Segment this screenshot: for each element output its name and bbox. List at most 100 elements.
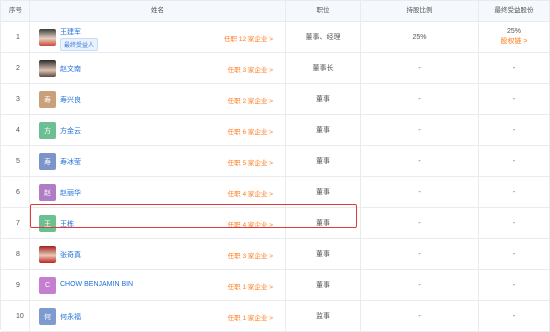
- person-name-link[interactable]: 方金云: [60, 126, 81, 136]
- person-name-link[interactable]: 寿兴良: [60, 95, 81, 105]
- ultimate: -: [479, 84, 550, 114]
- roles-link[interactable]: 任职 2 家企业 >: [228, 95, 273, 105]
- ultimate: -: [479, 270, 550, 300]
- person-name-link[interactable]: 王建军: [60, 27, 81, 37]
- ultimate: -: [479, 115, 550, 145]
- name-cell: 方 方金云 任职 6 家企业 >: [30, 115, 286, 145]
- row-no: 5: [1, 146, 30, 176]
- row-no: 4: [1, 115, 30, 145]
- col-no-header: 序号: [1, 1, 30, 21]
- avatar[interactable]: 赵: [39, 184, 56, 201]
- table-row: 7 王 王栋 任职 4 家企业 > 董事 - -: [1, 208, 550, 239]
- roles-link[interactable]: 任职 4 家企业 >: [228, 219, 273, 229]
- name-cell: 赵文南 任职 3 家企业 >: [30, 53, 286, 83]
- avatar[interactable]: 寿: [39, 91, 56, 108]
- ultimate-value: 25%: [506, 28, 521, 35]
- table-row: 9 C CHOW BENJAMIN BIN 任职 1 家企业 > 董事 - -: [1, 270, 550, 301]
- person-name-link[interactable]: CHOW BENJAMIN BIN: [60, 281, 133, 288]
- position: 董事: [286, 270, 361, 300]
- avatar[interactable]: [39, 246, 56, 263]
- avatar[interactable]: 寿: [39, 153, 56, 170]
- pct: -: [361, 84, 479, 114]
- ultimate: -: [479, 53, 550, 83]
- table-row: 1 王建军 最终受益人 任职 12 家企业 > 董事、经理 25% 25% 股权…: [1, 22, 550, 53]
- ultimate: 25% 股权链 >: [479, 22, 550, 52]
- roles-link[interactable]: 任职 3 家企业 >: [228, 250, 273, 260]
- pct: -: [361, 177, 479, 207]
- table-header: 序号 姓名 职位 持股比例 最终受益股份: [1, 0, 550, 22]
- row-no: 3: [1, 84, 30, 114]
- table-row: 2 赵文南 任职 3 家企业 > 董事长 - -: [1, 53, 550, 84]
- position: 董事: [286, 115, 361, 145]
- person-name-link[interactable]: 王栋: [60, 219, 74, 229]
- name-cell: 王建军 最终受益人 任职 12 家企业 >: [30, 22, 286, 52]
- row-no: 1: [1, 22, 30, 52]
- name-cell: 张奇真 任职 3 家企业 >: [30, 239, 286, 269]
- pct: -: [361, 301, 479, 331]
- position: 董事: [286, 239, 361, 269]
- name-cell: C CHOW BENJAMIN BIN 任职 1 家企业 >: [30, 270, 286, 300]
- avatar[interactable]: [39, 29, 56, 46]
- avatar[interactable]: 王: [39, 215, 56, 232]
- pct: -: [361, 115, 479, 145]
- avatar[interactable]: 何: [39, 308, 56, 325]
- col-position-header: 职位: [286, 1, 361, 21]
- roles-link[interactable]: 任职 4 家企业 >: [228, 188, 273, 198]
- row-no: 8: [1, 239, 30, 269]
- table-row: 8 张奇真 任职 3 家企业 > 董事 - -: [1, 239, 550, 270]
- avatar[interactable]: 方: [39, 122, 56, 139]
- col-pct-header: 持股比例: [361, 1, 479, 21]
- pct: -: [361, 53, 479, 83]
- person-name-link[interactable]: 赵丽华: [60, 188, 81, 198]
- roles-link[interactable]: 任职 3 家企业 >: [228, 64, 273, 74]
- position: 董事: [286, 177, 361, 207]
- roles-link[interactable]: 任职 1 家企业 >: [228, 312, 273, 322]
- row-no: 7: [1, 208, 30, 238]
- avatar[interactable]: C: [39, 277, 56, 294]
- roles-link[interactable]: 任职 6 家企业 >: [228, 126, 273, 136]
- table-row: 10 何 何永福 任职 1 家企业 > 监事 - -: [1, 301, 550, 332]
- table-row: 5 寿 寿冰莹 任职 5 家企业 > 董事 - -: [1, 146, 550, 177]
- table-row: 6 赵 赵丽华 任职 4 家企业 > 董事 - -: [1, 177, 550, 208]
- roles-link[interactable]: 任职 5 家企业 >: [228, 157, 273, 167]
- name-cell: 寿 寿兴良 任职 2 家企业 >: [30, 84, 286, 114]
- ultimate: -: [479, 177, 550, 207]
- row-no: 9: [1, 270, 30, 300]
- row-no: 2: [1, 53, 30, 83]
- person-name-link[interactable]: 赵文南: [60, 64, 81, 74]
- person-name-link[interactable]: 张奇真: [60, 250, 81, 260]
- pct: -: [361, 208, 479, 238]
- roles-link[interactable]: 任职 12 家企业 >: [224, 33, 273, 43]
- row-no: 10: [1, 301, 30, 331]
- table-row: 3 寿 寿兴良 任职 2 家企业 > 董事 - -: [1, 84, 550, 115]
- position: 董事、经理: [286, 22, 361, 52]
- ultimate: -: [479, 301, 550, 331]
- name-cell: 王 王栋 任职 4 家企业 >: [30, 208, 286, 238]
- ultimate: -: [479, 239, 550, 269]
- row-no: 6: [1, 177, 30, 207]
- position: 董事: [286, 146, 361, 176]
- ultimate: -: [479, 208, 550, 238]
- pct: -: [361, 270, 479, 300]
- avatar[interactable]: [39, 60, 56, 77]
- person-name-link[interactable]: 何永福: [60, 312, 81, 322]
- beneficiary-badge: 最终受益人: [60, 38, 99, 51]
- pct: 25%: [361, 22, 479, 52]
- table-row: 4 方 方金云 任职 6 家企业 > 董事 - -: [1, 115, 550, 146]
- ultimate: -: [479, 146, 550, 176]
- position: 监事: [286, 301, 361, 331]
- position: 董事: [286, 84, 361, 114]
- name-cell: 赵 赵丽华 任职 4 家企业 >: [30, 177, 286, 207]
- equity-chain-link[interactable]: 股权链 >: [500, 37, 527, 47]
- position: 董事长: [286, 53, 361, 83]
- name-cell: 寿 寿冰莹 任职 5 家企业 >: [30, 146, 286, 176]
- roles-link[interactable]: 任职 1 家企业 >: [228, 281, 273, 291]
- pct: -: [361, 146, 479, 176]
- col-ultimate-header: 最终受益股份: [479, 1, 550, 21]
- shareholder-table: 序号 姓名 职位 持股比例 最终受益股份 1 王建军 最终受益人 任职 12 家…: [0, 0, 550, 332]
- person-name-link[interactable]: 寿冰莹: [60, 157, 81, 167]
- col-name-header: 姓名: [30, 1, 286, 21]
- name-cell: 何 何永福 任职 1 家企业 >: [30, 301, 286, 331]
- position: 董事: [286, 208, 361, 238]
- pct: -: [361, 239, 479, 269]
